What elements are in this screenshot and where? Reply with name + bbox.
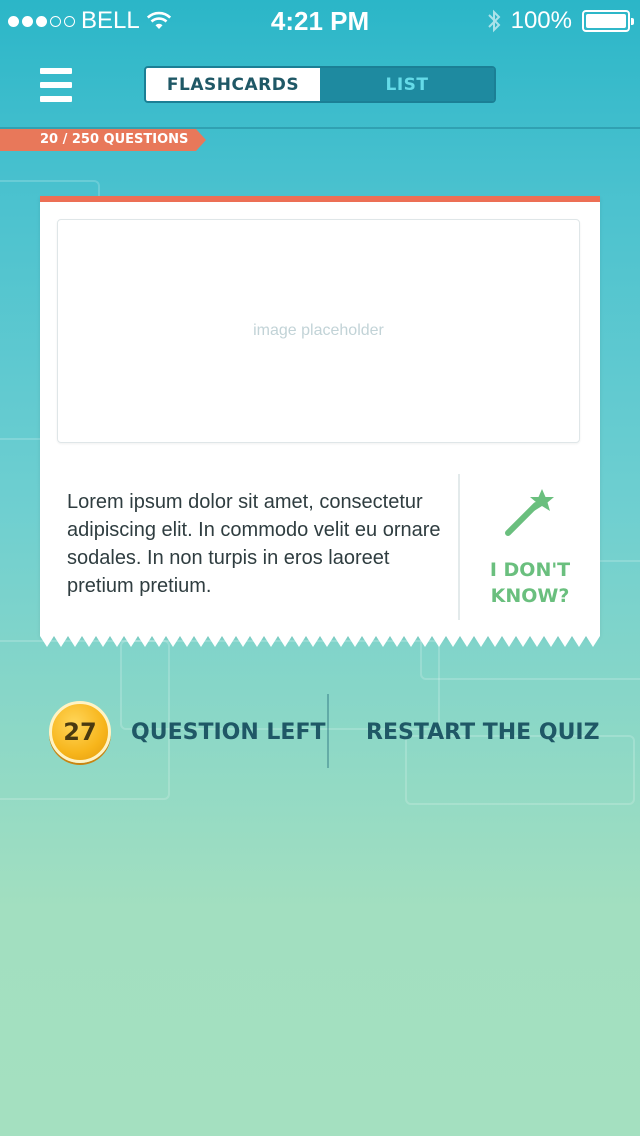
status-bar: BELL 4:21 PM 100% <box>0 0 640 40</box>
i-dont-know-label: I DON'T KNOW? <box>489 559 571 607</box>
view-switcher: FLASHCARDS LIST <box>144 66 496 103</box>
tab-flashcards[interactable]: FLASHCARDS <box>146 68 320 101</box>
hamburger-menu-icon[interactable] <box>40 68 72 102</box>
restart-quiz-button[interactable]: RESTART THE QUIZ <box>366 720 600 745</box>
i-dont-know-button[interactable]: I DON'T KNOW? <box>460 487 600 609</box>
questions-left-label: QUESTION LEFT <box>131 720 326 745</box>
questions-left-coin: 27 <box>49 701 111 763</box>
tab-list[interactable]: LIST <box>320 68 494 101</box>
battery-percent: 100% <box>510 7 572 34</box>
questions-left-count: 27 <box>63 718 97 746</box>
progress-label: 20 / 250 QUESTIONS <box>40 132 189 147</box>
bluetooth-icon <box>487 9 501 33</box>
battery-icon <box>582 10 634 32</box>
progress-badge: 20 / 250 QUESTIONS <box>0 129 206 151</box>
image-placeholder-text: image placeholder <box>253 322 384 339</box>
card-torn-edge <box>40 636 600 647</box>
question-text: Lorem ipsum dolor sit amet, consectetur … <box>67 491 441 597</box>
footer-divider <box>327 694 329 768</box>
question-image: image placeholder <box>57 219 580 443</box>
status-right: 100% <box>487 7 634 35</box>
flashcard[interactable]: image placeholder Lorem ipsum dolor sit … <box>40 196 600 636</box>
magic-wand-icon <box>505 489 554 536</box>
